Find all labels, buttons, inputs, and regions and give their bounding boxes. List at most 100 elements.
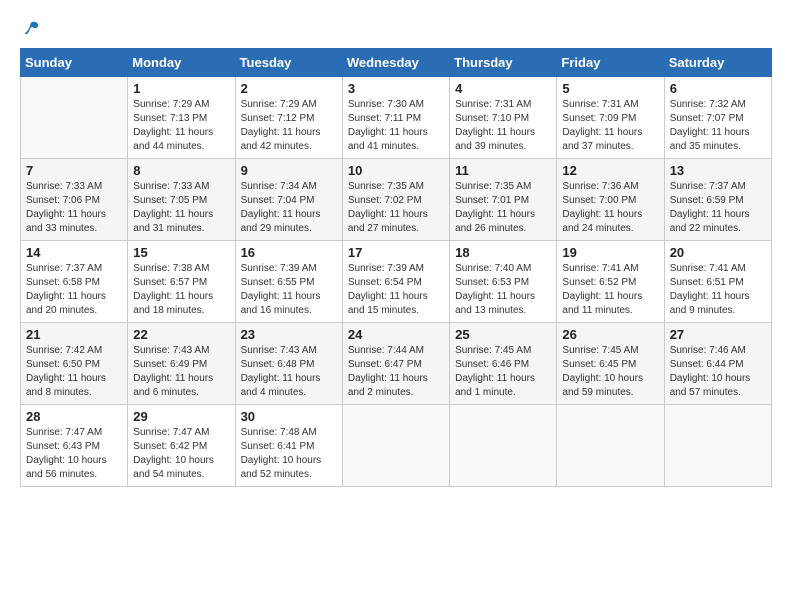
day-number: 5 [562,81,658,96]
calendar-cell: 25 Sunrise: 7:45 AMSunset: 6:46 PMDayligh… [450,323,557,405]
day-info: Sunrise: 7:46 AMSunset: 6:44 PMDaylight:… [670,344,766,400]
calendar-cell: 5 Sunrise: 7:31 AMSunset: 7:09 PMDaylight… [557,77,664,159]
calendar-cell: 21Sunrise: 7:42 AMSunset: 6:50 PMDayligh… [21,323,128,405]
calendar-cell: 24 Sunrise: 7:44 AMSunset: 6:47 PMDayligh… [342,323,449,405]
calendar-cell: 29Sunrise: 7:47 AMSunset: 6:42 PMDayligh… [128,405,235,487]
day-number: 3 [348,81,444,96]
day-number: 14 [26,245,122,260]
day-info: Sunrise: 7:35 AMSunset: 7:02 PMDaylight:… [348,180,444,236]
day-number: 16 [241,245,337,260]
calendar-cell: 10 Sunrise: 7:35 AMSunset: 7:02 PMDayligh… [342,159,449,241]
calendar-cell: 18 Sunrise: 7:40 AMSunset: 6:53 PMDayligh… [450,241,557,323]
day-number: 30 [241,409,337,424]
day-info: Sunrise: 7:48 AMSunset: 6:41 PMDaylight:… [241,426,337,482]
calendar-cell: 17 Sunrise: 7:39 AMSunset: 6:54 PMDayligh… [342,241,449,323]
day-number: 10 [348,163,444,178]
calendar-header-row: SundayMondayTuesdayWednesdayThursdayFrid… [21,49,772,77]
day-info: Sunrise: 7:32 AMSunset: 7:07 PMDaylight:… [670,98,766,154]
day-info: Sunrise: 7:37 AMSunset: 6:59 PMDaylight:… [670,180,766,236]
calendar-cell: 27 Sunrise: 7:46 AMSunset: 6:44 PMDayligh… [664,323,771,405]
day-number: 22 [133,327,229,342]
calendar-cell: 3 Sunrise: 7:30 AMSunset: 7:11 PMDaylight… [342,77,449,159]
day-info: Sunrise: 7:31 AMSunset: 7:09 PMDaylight:… [562,98,658,154]
day-info: Sunrise: 7:45 AMSunset: 6:46 PMDaylight:… [455,344,551,400]
calendar-header-thursday: Thursday [450,49,557,77]
day-number: 19 [562,245,658,260]
calendar-cell: 8Sunrise: 7:33 AMSunset: 7:05 PMDaylight… [128,159,235,241]
day-info: Sunrise: 7:42 AMSunset: 6:50 PMDaylight:… [26,344,122,400]
calendar-header-sunday: Sunday [21,49,128,77]
logo [20,20,40,38]
page-header [20,20,772,38]
calendar-cell [664,405,771,487]
calendar-cell: 26Sunrise: 7:45 AMSunset: 6:45 PMDayligh… [557,323,664,405]
calendar-cell: 1Sunrise: 7:29 AMSunset: 7:13 PMDaylight… [128,77,235,159]
day-info: Sunrise: 7:40 AMSunset: 6:53 PMDaylight:… [455,262,551,318]
day-info: Sunrise: 7:36 AMSunset: 7:00 PMDaylight:… [562,180,658,236]
day-info: Sunrise: 7:47 AMSunset: 6:43 PMDaylight:… [26,426,122,482]
calendar-cell: 20Sunrise: 7:41 AMSunset: 6:51 PMDayligh… [664,241,771,323]
day-number: 27 [670,327,766,342]
calendar-week-row: 7 Sunrise: 7:33 AMSunset: 7:06 PMDaylight… [21,159,772,241]
day-number: 7 [26,163,122,178]
day-info: Sunrise: 7:41 AMSunset: 6:52 PMDaylight:… [562,262,658,318]
day-info: Sunrise: 7:43 AMSunset: 6:48 PMDaylight:… [241,344,337,400]
calendar-cell [342,405,449,487]
day-number: 12 [562,163,658,178]
calendar-cell: 13Sunrise: 7:37 AMSunset: 6:59 PMDayligh… [664,159,771,241]
calendar-table: SundayMondayTuesdayWednesdayThursdayFrid… [20,48,772,487]
day-info: Sunrise: 7:31 AMSunset: 7:10 PMDaylight:… [455,98,551,154]
calendar-header-tuesday: Tuesday [235,49,342,77]
day-number: 9 [241,163,337,178]
calendar-cell: 16 Sunrise: 7:39 AMSunset: 6:55 PMDayligh… [235,241,342,323]
calendar-cell: 2Sunrise: 7:29 AMSunset: 7:12 PMDaylight… [235,77,342,159]
calendar-week-row: 28 Sunrise: 7:47 AMSunset: 6:43 PMDayligh… [21,405,772,487]
day-info: Sunrise: 7:33 AMSunset: 7:05 PMDaylight:… [133,180,229,236]
day-number: 6 [670,81,766,96]
day-info: Sunrise: 7:33 AMSunset: 7:06 PMDaylight:… [26,180,122,236]
day-info: Sunrise: 7:47 AMSunset: 6:42 PMDaylight:… [133,426,229,482]
calendar-cell [21,77,128,159]
calendar-cell: 22Sunrise: 7:43 AMSunset: 6:49 PMDayligh… [128,323,235,405]
calendar-cell: 11Sunrise: 7:35 AMSunset: 7:01 PMDayligh… [450,159,557,241]
day-number: 18 [455,245,551,260]
calendar-cell: 23Sunrise: 7:43 AMSunset: 6:48 PMDayligh… [235,323,342,405]
day-number: 11 [455,163,551,178]
calendar-header-monday: Monday [128,49,235,77]
day-number: 17 [348,245,444,260]
calendar-cell: 9 Sunrise: 7:34 AMSunset: 7:04 PMDaylight… [235,159,342,241]
calendar-cell [450,405,557,487]
day-info: Sunrise: 7:39 AMSunset: 6:54 PMDaylight:… [348,262,444,318]
calendar-week-row: 21Sunrise: 7:42 AMSunset: 6:50 PMDayligh… [21,323,772,405]
day-number: 15 [133,245,229,260]
calendar-cell: 14 Sunrise: 7:37 AMSunset: 6:58 PMDayligh… [21,241,128,323]
calendar-body: 1Sunrise: 7:29 AMSunset: 7:13 PMDaylight… [21,77,772,487]
day-number: 28 [26,409,122,424]
calendar-header-saturday: Saturday [664,49,771,77]
calendar-week-row: 14 Sunrise: 7:37 AMSunset: 6:58 PMDayligh… [21,241,772,323]
calendar-cell: 19 Sunrise: 7:41 AMSunset: 6:52 PMDayligh… [557,241,664,323]
day-info: Sunrise: 7:38 AMSunset: 6:57 PMDaylight:… [133,262,229,318]
day-number: 4 [455,81,551,96]
calendar-header-friday: Friday [557,49,664,77]
day-info: Sunrise: 7:34 AMSunset: 7:04 PMDaylight:… [241,180,337,236]
day-number: 24 [348,327,444,342]
day-info: Sunrise: 7:44 AMSunset: 6:47 PMDaylight:… [348,344,444,400]
day-number: 2 [241,81,337,96]
calendar-cell: 7 Sunrise: 7:33 AMSunset: 7:06 PMDaylight… [21,159,128,241]
day-info: Sunrise: 7:39 AMSunset: 6:55 PMDaylight:… [241,262,337,318]
day-info: Sunrise: 7:37 AMSunset: 6:58 PMDaylight:… [26,262,122,318]
calendar-cell: 15 Sunrise: 7:38 AMSunset: 6:57 PMDayligh… [128,241,235,323]
day-info: Sunrise: 7:30 AMSunset: 7:11 PMDaylight:… [348,98,444,154]
calendar-cell: 4 Sunrise: 7:31 AMSunset: 7:10 PMDaylight… [450,77,557,159]
day-number: 1 [133,81,229,96]
calendar-week-row: 1Sunrise: 7:29 AMSunset: 7:13 PMDaylight… [21,77,772,159]
calendar-header-wednesday: Wednesday [342,49,449,77]
day-number: 25 [455,327,551,342]
calendar-cell: 12 Sunrise: 7:36 AMSunset: 7:00 PMDayligh… [557,159,664,241]
calendar-cell: 28 Sunrise: 7:47 AMSunset: 6:43 PMDayligh… [21,405,128,487]
calendar-cell: 30 Sunrise: 7:48 AMSunset: 6:41 PMDayligh… [235,405,342,487]
day-info: Sunrise: 7:41 AMSunset: 6:51 PMDaylight:… [670,262,766,318]
day-info: Sunrise: 7:45 AMSunset: 6:45 PMDaylight:… [562,344,658,400]
calendar-cell: 6 Sunrise: 7:32 AMSunset: 7:07 PMDaylight… [664,77,771,159]
